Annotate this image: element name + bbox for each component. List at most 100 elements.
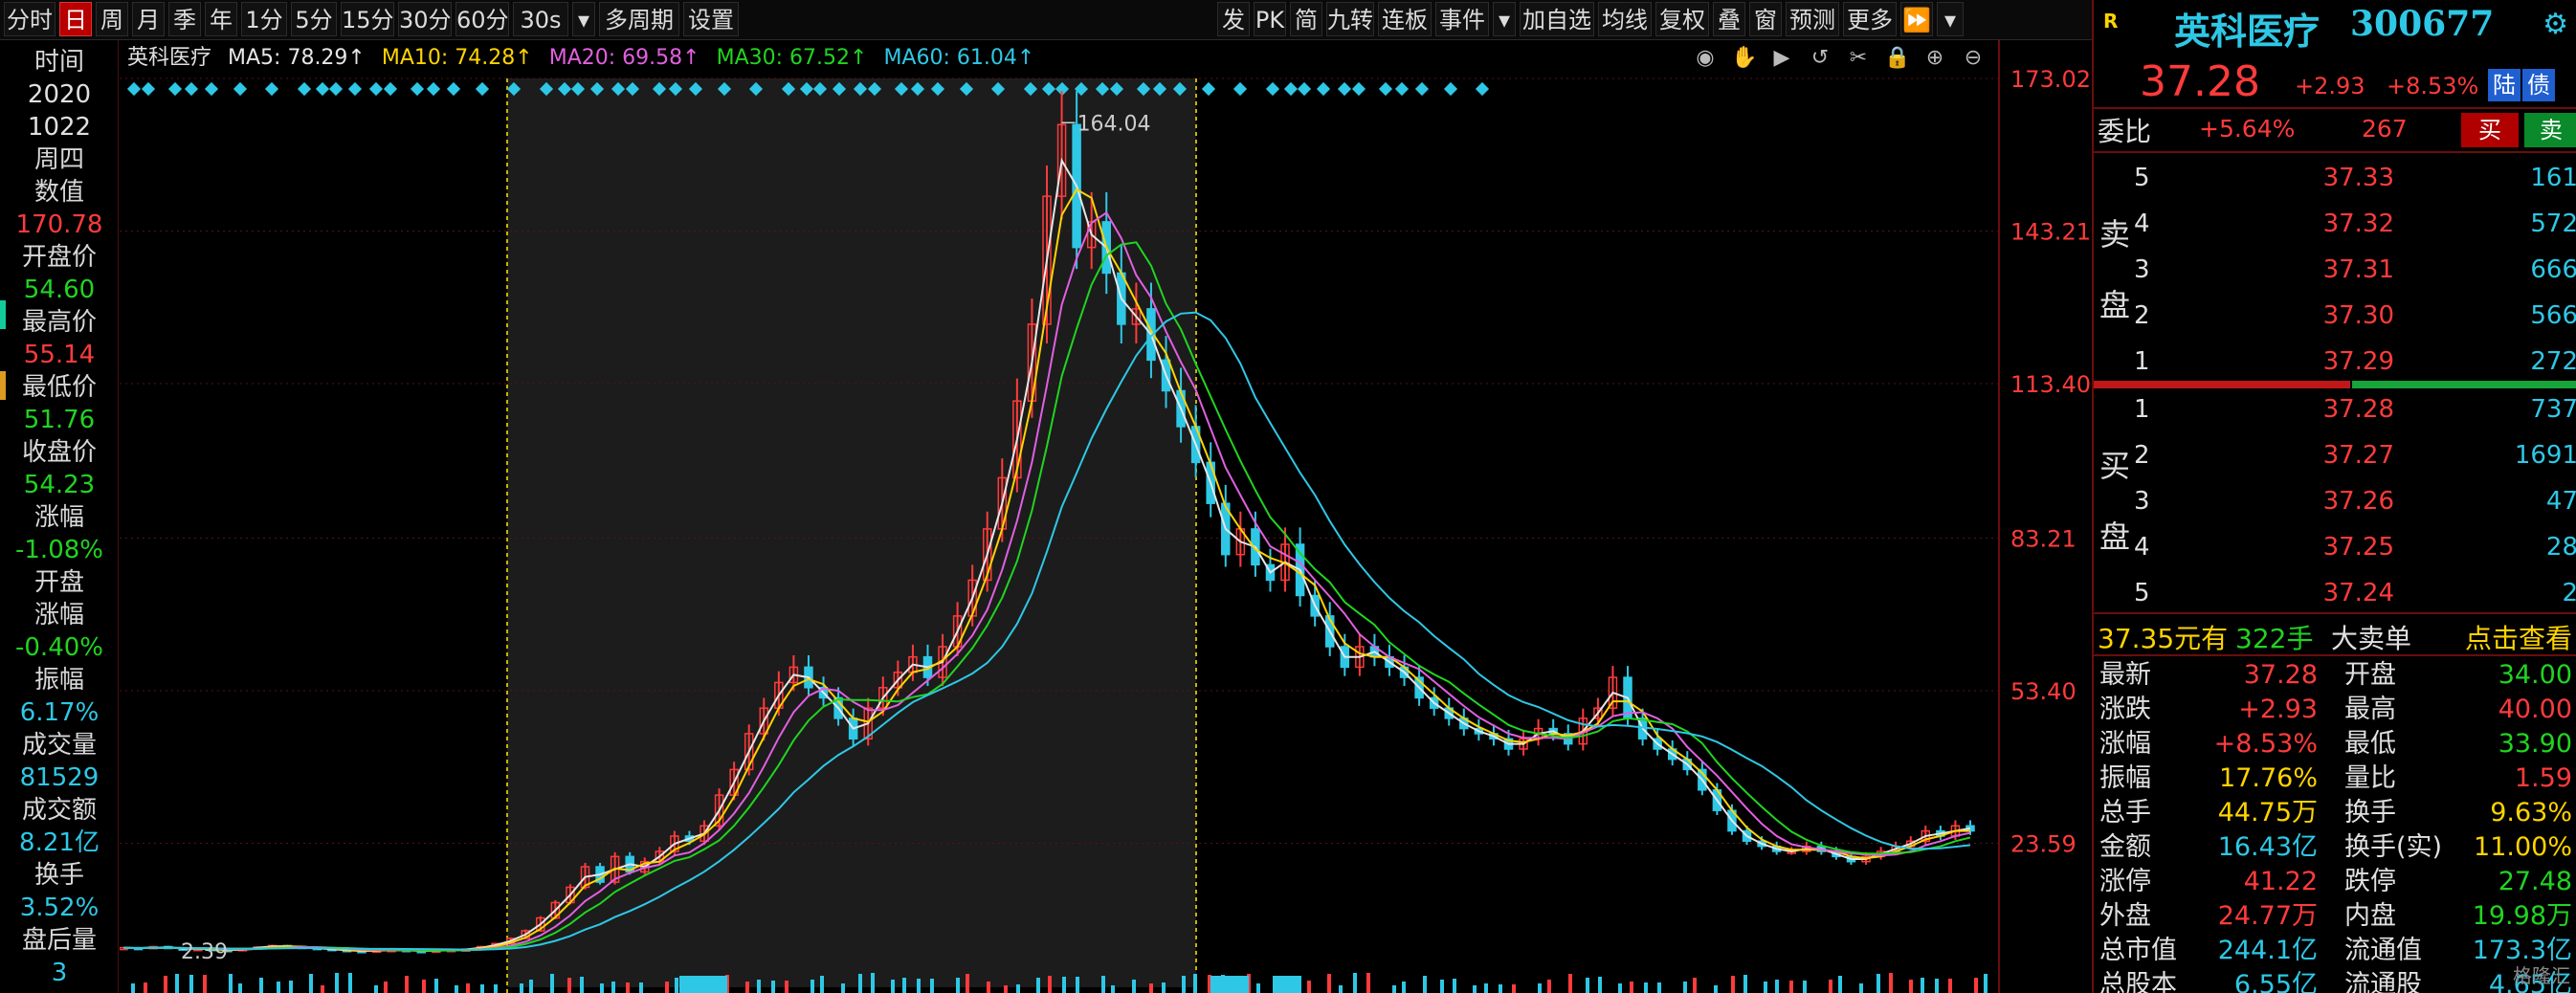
toolbar-button[interactable]: 简 — [1290, 2, 1322, 36]
toolbar-button[interactable]: 叠 — [1713, 2, 1745, 36]
ask-row[interactable]: 5 37.33 161 — [2094, 155, 2576, 201]
volume-bar — [466, 983, 470, 993]
volume-bar — [1838, 976, 1842, 993]
open-label: 开盘价 — [21, 243, 97, 272]
event-marker — [204, 81, 219, 97]
amt-label: 成交额 — [21, 796, 97, 825]
period-tab[interactable]: 日 — [59, 2, 92, 36]
toolbar-button[interactable]: 加自选 — [1520, 2, 1594, 36]
chart-control-icon[interactable]: 🔒 — [1884, 46, 1910, 71]
period-tab[interactable]: 分时 — [4, 2, 56, 36]
ask-row[interactable]: 3 37.31 666 — [2094, 247, 2576, 293]
volume-bar — [675, 978, 678, 993]
period-tab[interactable]: 月 — [132, 2, 165, 36]
bond-badge[interactable]: 债 — [2522, 69, 2555, 101]
vol-label: 成交量 — [21, 731, 97, 760]
volume-bar — [1004, 985, 1008, 993]
ask-row[interactable]: 2 37.30 566 — [2094, 293, 2576, 339]
period-tab[interactable]: 60分 — [455, 2, 509, 36]
quote-label: 涨跌 — [2099, 695, 2151, 724]
bid-row[interactable]: 3 37.26 47 — [2094, 478, 2576, 524]
chart-control-icon[interactable]: ◉ — [1693, 46, 1718, 71]
big-order-link[interactable]: 点击查看 — [2465, 618, 2572, 656]
toolbar-button[interactable]: 九转 — [1326, 2, 1374, 36]
period-tab[interactable]: 年 — [205, 2, 237, 36]
volume-bar — [1909, 980, 1913, 993]
volume-bar — [626, 982, 630, 993]
toolbar-button[interactable]: 均线 — [1598, 2, 1652, 36]
period-tab[interactable]: 5分 — [291, 2, 337, 36]
volume-bar — [611, 982, 615, 993]
info-amp: 6.17% — [19, 698, 100, 727]
volume-bar — [771, 981, 775, 993]
toolbar-button[interactable]: PK — [1254, 2, 1286, 36]
event-marker — [446, 81, 461, 97]
toolbar-button[interactable]: 连板 — [1378, 2, 1432, 36]
chart-control-icon[interactable]: ⊖ — [1961, 46, 1986, 71]
period-tab[interactable]: 多周期 — [599, 2, 679, 36]
volume-bar — [277, 982, 280, 993]
volume-bar — [550, 974, 554, 993]
event-marker — [1232, 81, 1248, 97]
bid-row[interactable]: 2 37.27 1691 — [2094, 432, 2576, 478]
chart-control-icon[interactable]: ⊕ — [1922, 46, 1947, 71]
volume-bar — [1182, 976, 1186, 993]
kline-svg[interactable]: 173.02 143.21 113.40 83.21 53.40 23.59 164.04 2… — [120, 40, 2091, 993]
stock-name: 英科医疗 — [2174, 10, 2321, 53]
period-tab[interactable]: 设置 — [683, 2, 739, 36]
kline-chart[interactable]: 173.02 143.21 113.40 83.21 53.40 23.59 164.04 2… — [120, 40, 2091, 993]
event-marker — [315, 81, 330, 97]
toolbar-button[interactable]: 预测 — [1786, 2, 1839, 36]
event-marker — [1443, 81, 1458, 97]
gear-icon[interactable]: ⚙ — [2543, 8, 2568, 41]
period-tab[interactable]: 周 — [96, 2, 128, 36]
book-px: 37.30 — [2322, 301, 2394, 330]
shanghai-hk-badge[interactable]: 陆 — [2488, 69, 2520, 101]
open-chg-label: 开盘 — [33, 568, 84, 597]
ma30-label: MA30: 67.52↑ — [716, 46, 868, 70]
book-px: 37.29 — [2322, 347, 2394, 376]
volume-bar — [1644, 982, 1648, 993]
quote-label: 跌停 — [2344, 867, 2396, 896]
sell-button[interactable]: 卖 — [2524, 113, 2576, 147]
chart-control-icon[interactable]: ↺ — [1808, 46, 1832, 71]
chart-control-icon[interactable]: ✋ — [1731, 46, 1757, 71]
quote-label: 流通值 — [2344, 936, 2422, 965]
ma-legend: 英科医疗 MA5: 78.29↑ MA10: 74.28↑ MA20: 69.5… — [127, 42, 1044, 75]
volume-bar — [374, 985, 378, 993]
bid-row[interactable]: 4 37.25 28 — [2094, 524, 2576, 570]
period-tab[interactable]: 15分 — [341, 2, 394, 36]
ask-row[interactable]: 4 37.32 572 — [2094, 201, 2576, 247]
quote-value: 17.76% — [2219, 763, 2318, 793]
toolbar-button[interactable]: ▾ — [1937, 2, 1964, 36]
period-tab[interactable]: 30分 — [398, 2, 452, 36]
toolbar-button[interactable]: 事件 — [1435, 2, 1489, 36]
toolbar-button[interactable]: ⏩ — [1900, 2, 1933, 36]
chart-control-icon[interactable]: ▶ — [1769, 46, 1794, 71]
volume-bar — [1803, 981, 1807, 993]
toolbar-button[interactable]: 复权 — [1655, 2, 1709, 36]
buy-button[interactable]: 买 — [2461, 113, 2519, 147]
toolbar-button[interactable]: 更多 — [1843, 2, 1897, 36]
volume-bar — [384, 982, 388, 993]
quote-label: 内盘 — [2344, 901, 2396, 931]
quote-value: 41.22 — [2243, 867, 2318, 896]
chart-control-icon[interactable]: ✂ — [1846, 46, 1871, 71]
volume-bar — [580, 977, 584, 993]
quote-label: 振幅 — [2099, 763, 2151, 793]
period-tab[interactable]: 1分 — [241, 2, 287, 36]
period-tab[interactable]: 季 — [168, 2, 201, 36]
quote-value: 27.48 — [2498, 867, 2572, 896]
volume-bar — [1453, 979, 1456, 993]
period-tab[interactable]: 30s — [513, 2, 568, 36]
toolbar-button[interactable]: 窗 — [1749, 2, 1782, 36]
ask-row[interactable]: 1 37.29 272 — [2094, 339, 2576, 385]
quote-value: 33.90 — [2498, 729, 2572, 759]
volume-bar — [1473, 985, 1477, 993]
period-tab[interactable]: ▾ — [572, 2, 595, 36]
bid-row[interactable]: 1 37.28 737 — [2094, 386, 2576, 432]
toolbar-button[interactable]: ▾ — [1493, 2, 1516, 36]
volume-bar — [966, 974, 969, 993]
toolbar-button[interactable]: 发 — [1217, 2, 1250, 36]
bid-row[interactable]: 5 37.24 2 — [2094, 570, 2576, 616]
